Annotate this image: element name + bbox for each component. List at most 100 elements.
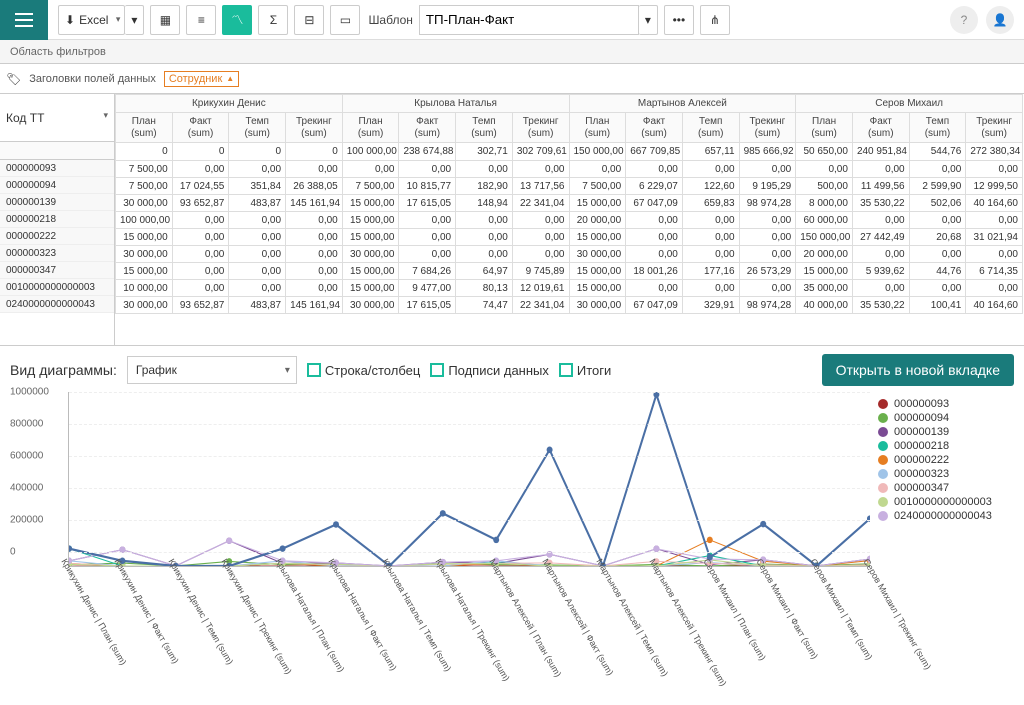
data-cell: 15 000,00 <box>796 263 853 280</box>
row-code[interactable]: 000000347 <box>0 262 114 279</box>
total-cell: 50 650,00 <box>796 143 853 161</box>
data-cell: 0,00 <box>172 212 229 229</box>
bar-icon: ≡ <box>198 13 205 27</box>
column-header[interactable]: План (sum) <box>569 113 626 143</box>
column-header[interactable]: Трекинг (sum) <box>966 113 1023 143</box>
legend-item[interactable]: 000000094 <box>878 412 1014 424</box>
data-cell: 11 499,56 <box>852 178 909 195</box>
column-header[interactable]: Темп (sum) <box>229 113 286 143</box>
legend-item[interactable]: 000000347 <box>878 482 1014 494</box>
column-header[interactable]: План (sum) <box>116 113 173 143</box>
row-code[interactable]: 000000093 <box>0 160 114 177</box>
sigma-icon: Σ <box>270 13 277 27</box>
data-cell: 0,00 <box>512 246 569 263</box>
data-cell: 0,00 <box>172 161 229 178</box>
legend-item[interactable]: 000000139 <box>878 426 1014 438</box>
bar-chart-button[interactable]: ≡ <box>186 5 216 35</box>
data-cell: 100,41 <box>909 297 966 314</box>
excel-dropdown-arrow[interactable]: ▾ <box>125 5 144 35</box>
legend-item[interactable]: 0010000000000003 <box>878 496 1014 508</box>
template-dropdown[interactable]: ▾ <box>639 5 658 35</box>
legend-item[interactable]: 000000218 <box>878 440 1014 452</box>
data-cell: 9 745,89 <box>512 263 569 280</box>
export-excel-button[interactable]: ⬇ Excel <box>58 5 125 35</box>
employee-header[interactable]: Мартынов Алексей <box>569 95 796 113</box>
checkbox-totals[interactable]: Итоги <box>559 363 611 378</box>
column-header[interactable]: Темп (sum) <box>456 113 513 143</box>
row-code[interactable]: 000000323 <box>0 245 114 262</box>
data-cell: 22 341,04 <box>512 297 569 314</box>
data-cell: 22 341,04 <box>512 195 569 212</box>
share-button[interactable]: ⋔ <box>700 5 730 35</box>
total-cell: 302,71 <box>456 143 513 161</box>
row-code[interactable]: 000000094 <box>0 177 114 194</box>
total-cell: 0 <box>116 143 173 161</box>
data-cell: 35 000,00 <box>796 280 853 297</box>
legend-item[interactable]: 000000093 <box>878 398 1014 410</box>
column-header[interactable]: Темп (sum) <box>909 113 966 143</box>
legend-item[interactable]: 000000222 <box>878 454 1014 466</box>
sigma-button[interactable]: Σ <box>258 5 288 35</box>
data-cell: 13 717,56 <box>512 178 569 195</box>
data-cell: 9 195,29 <box>739 178 796 195</box>
data-cell: 98 974,28 <box>739 297 796 314</box>
total-cell: 238 674,88 <box>399 143 456 161</box>
column-header[interactable]: Факт (sum) <box>626 113 683 143</box>
layout-button[interactable]: ▭ <box>330 5 360 35</box>
data-cell: 44,76 <box>909 263 966 280</box>
help-button[interactable]: ? <box>950 6 978 34</box>
column-header[interactable]: Факт (sum) <box>399 113 456 143</box>
line-chart-button[interactable]: 〽 <box>222 5 252 35</box>
row-dimension-dropdown[interactable]: Код ТТ <box>0 94 114 142</box>
column-header[interactable]: Факт (sum) <box>852 113 909 143</box>
open-new-tab-button[interactable]: Открыть в новой вкладке <box>822 354 1014 386</box>
grid-view-button[interactable]: ▦ <box>150 5 180 35</box>
data-cell: 0,00 <box>286 212 343 229</box>
row-code[interactable]: 0010000000000003 <box>0 279 114 296</box>
data-cell: 0,00 <box>172 246 229 263</box>
column-header[interactable]: Трекинг (sum) <box>739 113 796 143</box>
employee-header[interactable]: Серов Михаил <box>796 95 1023 113</box>
chart-plot[interactable]: 02000004000006000008000001000000 Крикухи… <box>10 392 874 672</box>
filter-area[interactable]: Область фильтров <box>0 40 1024 64</box>
menu-button[interactable] <box>0 0 48 40</box>
chart-type-select[interactable]: График <box>127 356 297 384</box>
more-button[interactable]: ••• <box>664 5 694 35</box>
data-cell: 7 500,00 <box>116 161 173 178</box>
column-header[interactable]: Трекинг (sum) <box>512 113 569 143</box>
data-cell: 0,00 <box>682 280 739 297</box>
user-button[interactable]: 👤 <box>986 6 1014 34</box>
data-cell: 10 000,00 <box>116 280 173 297</box>
legend-item[interactable]: 0240000000000043 <box>878 510 1014 522</box>
data-cell: 0,00 <box>512 229 569 246</box>
total-cell: 150 000,00 <box>569 143 626 161</box>
data-cell: 0,00 <box>909 246 966 263</box>
column-header[interactable]: Темп (sum) <box>682 113 739 143</box>
tree-button[interactable]: ⊟ <box>294 5 324 35</box>
legend-item[interactable]: 000000323 <box>878 468 1014 480</box>
data-cell: 0,00 <box>682 229 739 246</box>
chart-icon: 〽 <box>231 11 243 28</box>
data-cell: 0,00 <box>399 246 456 263</box>
row-code[interactable]: 000000218 <box>0 211 114 228</box>
row-code[interactable]: 000000222 <box>0 228 114 245</box>
employee-header[interactable]: Крылова Наталья <box>342 95 569 113</box>
employee-tag[interactable]: Сотрудник▲ <box>164 71 239 87</box>
checkbox-row-col[interactable]: Строка/столбец <box>307 363 420 378</box>
field-headers-row: 🏷 Заголовки полей данных Сотрудник▲ <box>0 64 1024 94</box>
checkbox-data-labels[interactable]: Подписи данных <box>430 363 549 378</box>
column-header[interactable]: Факт (sum) <box>172 113 229 143</box>
row-code[interactable]: 0240000000000043 <box>0 296 114 313</box>
column-header[interactable]: План (sum) <box>342 113 399 143</box>
data-cell: 30 000,00 <box>569 246 626 263</box>
employee-header[interactable]: Крикухин Денис <box>116 95 343 113</box>
total-cell: 667 709,85 <box>626 143 683 161</box>
row-code[interactable]: 000000139 <box>0 194 114 211</box>
total-cell: 544,76 <box>909 143 966 161</box>
column-header[interactable]: Трекинг (sum) <box>286 113 343 143</box>
chart-view-label: Вид диаграммы: <box>10 362 117 378</box>
column-header[interactable]: План (sum) <box>796 113 853 143</box>
template-input[interactable] <box>419 5 639 35</box>
total-cell: 0 <box>286 143 343 161</box>
data-cell: 9 477,00 <box>399 280 456 297</box>
